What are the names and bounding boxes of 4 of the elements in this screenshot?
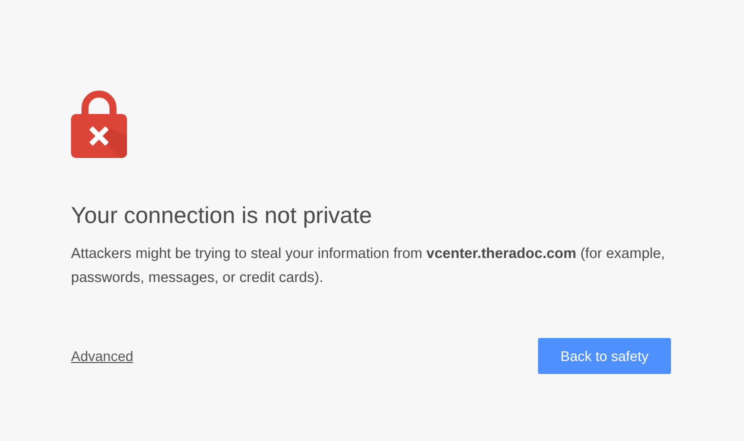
lock-icon [71, 88, 127, 158]
warning-message: Attackers might be trying to steal your information from vcenter.theradoc.com (for example, passwords, messages, or credit cards). [71, 245, 666, 288]
advanced-link[interactable]: Advanced [71, 346, 134, 366]
page-heading: Your connection is not private [71, 201, 373, 230]
